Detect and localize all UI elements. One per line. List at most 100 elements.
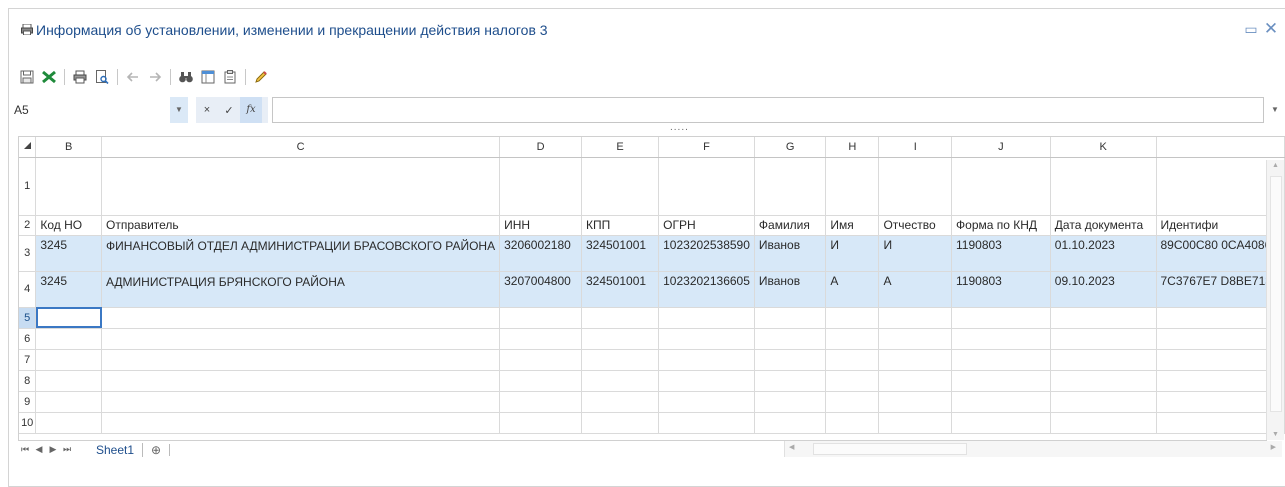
cell[interactable] xyxy=(499,328,582,350)
cell[interactable] xyxy=(1050,157,1157,216)
splitter-handle[interactable]: ..... xyxy=(670,122,689,133)
column-header[interactable]: B xyxy=(35,137,103,158)
cell[interactable] xyxy=(1050,412,1157,434)
cell[interactable] xyxy=(878,157,953,216)
last-sheet-icon[interactable]: ⏭ xyxy=(60,444,74,455)
cell[interactable] xyxy=(951,412,1051,434)
cell[interactable] xyxy=(581,391,660,413)
cell[interactable]: А xyxy=(878,271,953,308)
cancel-icon[interactable]: × xyxy=(196,104,218,116)
cell[interactable]: Отправитель xyxy=(101,215,501,236)
cell[interactable]: ОГРН xyxy=(658,215,755,236)
cell[interactable] xyxy=(1050,391,1157,413)
cell[interactable] xyxy=(658,391,755,413)
cell[interactable] xyxy=(951,370,1051,392)
cell[interactable]: Код НО xyxy=(35,215,103,236)
row-header[interactable]: 5 xyxy=(19,307,37,329)
row-header[interactable]: 8 xyxy=(19,370,37,392)
cell[interactable]: 3206002180 xyxy=(499,235,582,272)
cell[interactable] xyxy=(35,370,103,392)
row-header[interactable]: 2 xyxy=(19,215,37,236)
scroll-left-icon[interactable]: ◀ xyxy=(789,443,794,451)
redo-icon[interactable] xyxy=(146,68,164,86)
cell[interactable]: Форма по КНД xyxy=(951,215,1051,236)
spreadsheet-grid[interactable]: B C D E F G H I J K 1 2 Код НО Отправите… xyxy=(18,136,1285,440)
cell[interactable]: Иванов xyxy=(754,271,827,308)
chevron-down-icon[interactable]: ▼ xyxy=(170,97,188,123)
scroll-down-icon[interactable]: ▼ xyxy=(1272,431,1279,438)
cell[interactable]: 324501001 xyxy=(581,271,660,308)
scroll-up-icon[interactable]: ▲ xyxy=(1272,162,1279,169)
select-all-corner[interactable] xyxy=(19,137,37,158)
cell[interactable] xyxy=(825,391,880,413)
cell[interactable] xyxy=(1050,370,1157,392)
cell[interactable] xyxy=(581,412,660,434)
close-button[interactable]: ✕ xyxy=(1263,20,1279,37)
prev-sheet-icon[interactable]: ◀ xyxy=(32,444,46,455)
restore-button[interactable]: ▭ xyxy=(1243,21,1259,37)
freeze-panes-icon[interactable] xyxy=(199,68,217,86)
cell[interactable] xyxy=(101,307,501,329)
row-header[interactable]: 3 xyxy=(19,235,37,272)
cell[interactable] xyxy=(951,307,1051,329)
cell[interactable]: АДМИНИСТРАЦИЯ БРЯНСКОГО РАЙОНА xyxy=(101,271,501,308)
row-header[interactable]: 4 xyxy=(19,271,37,308)
tab-sheet1[interactable]: Sheet1 xyxy=(88,442,144,457)
cell[interactable] xyxy=(35,349,103,371)
column-header[interactable] xyxy=(1156,137,1285,158)
cell[interactable]: ФИНАНСОВЫЙ ОТДЕЛ АДМИНИСТРАЦИИ БРАСОВСКО… xyxy=(101,235,501,272)
cell[interactable]: 1190803 xyxy=(951,235,1051,272)
cell[interactable] xyxy=(825,412,880,434)
cell[interactable] xyxy=(1050,349,1157,371)
cell[interactable] xyxy=(754,391,827,413)
cell[interactable]: Иванов xyxy=(754,235,827,272)
column-header[interactable]: D xyxy=(499,137,582,158)
formula-input[interactable] xyxy=(272,97,1264,123)
name-box[interactable]: A5 ▼ xyxy=(14,97,190,123)
cell[interactable] xyxy=(754,370,827,392)
cell[interactable]: Фамилия xyxy=(754,215,827,236)
cell[interactable] xyxy=(658,157,755,216)
cell[interactable] xyxy=(878,391,953,413)
scroll-right-icon[interactable]: ▶ xyxy=(1271,443,1276,451)
cell[interactable]: 3207004800 xyxy=(499,271,582,308)
vertical-scrollbar[interactable]: ▲ ▼ xyxy=(1266,160,1284,440)
cell[interactable] xyxy=(825,349,880,371)
cell[interactable] xyxy=(825,370,880,392)
row-header[interactable]: 9 xyxy=(19,391,37,413)
cell[interactable] xyxy=(499,412,582,434)
excel-icon[interactable] xyxy=(40,68,58,86)
cell[interactable] xyxy=(951,391,1051,413)
cell[interactable] xyxy=(581,349,660,371)
row-header[interactable]: 6 xyxy=(19,328,37,350)
cell[interactable]: Имя xyxy=(825,215,880,236)
cell[interactable] xyxy=(581,328,660,350)
cell[interactable] xyxy=(658,370,755,392)
cell[interactable] xyxy=(825,328,880,350)
paste-icon[interactable] xyxy=(221,68,239,86)
column-header[interactable]: J xyxy=(951,137,1051,158)
cell[interactable] xyxy=(581,157,660,216)
cell[interactable] xyxy=(658,307,755,329)
edit-icon[interactable] xyxy=(252,68,270,86)
first-sheet-icon[interactable]: ⏮ xyxy=(18,444,32,455)
cell[interactable]: 1023202538590 xyxy=(658,235,755,272)
row-header[interactable]: 1 xyxy=(19,157,37,216)
column-header[interactable]: E xyxy=(581,137,660,158)
cell[interactable] xyxy=(754,328,827,350)
cell[interactable] xyxy=(878,307,953,329)
print-preview-icon[interactable] xyxy=(93,68,111,86)
cell[interactable] xyxy=(825,157,880,216)
cell[interactable] xyxy=(499,391,582,413)
cell[interactable]: А xyxy=(825,271,880,308)
scroll-thumb[interactable] xyxy=(1270,176,1282,412)
row-header[interactable]: 7 xyxy=(19,349,37,371)
column-header[interactable]: G xyxy=(754,137,827,158)
cell[interactable]: КПП xyxy=(581,215,660,236)
cell[interactable] xyxy=(35,157,103,216)
cell[interactable] xyxy=(878,349,953,371)
cell[interactable] xyxy=(951,157,1051,216)
cell[interactable]: 3245 xyxy=(35,271,103,308)
cell[interactable] xyxy=(658,349,755,371)
cell[interactable]: 3245 xyxy=(35,235,103,272)
